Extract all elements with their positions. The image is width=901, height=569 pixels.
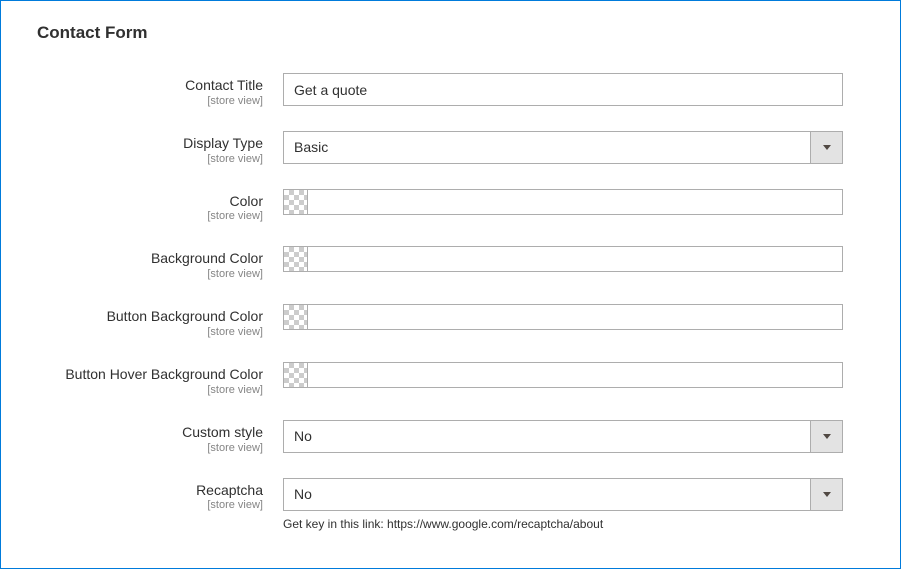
input-col: No	[283, 420, 843, 453]
button-hover-background-color-input[interactable]	[308, 363, 842, 387]
input-col	[283, 304, 843, 330]
field-label: Display Type	[31, 135, 263, 152]
color-swatch-icon[interactable]	[284, 247, 308, 271]
color-input[interactable]	[308, 190, 842, 214]
field-label: Custom style	[31, 424, 263, 441]
display-type-select[interactable]: Basic	[283, 131, 843, 164]
label-col: Background Color [store view]	[31, 246, 283, 280]
select-wrap: No	[283, 420, 843, 453]
input-col	[283, 362, 843, 388]
scope-label: [store view]	[31, 95, 263, 107]
select-wrap: No	[283, 478, 843, 511]
color-swatch-icon[interactable]	[284, 305, 308, 329]
scope-label: [store view]	[31, 268, 263, 280]
recaptcha-help-text: Get key in this link: https://www.google…	[283, 517, 843, 531]
color-swatch-icon[interactable]	[284, 190, 308, 214]
input-col: Basic	[283, 131, 843, 164]
contact-title-input[interactable]	[283, 73, 843, 106]
row-button-background-color: Button Background Color [store view]	[31, 304, 870, 338]
button-background-color-input[interactable]	[308, 305, 842, 329]
color-input-wrap	[283, 246, 843, 272]
row-display-type: Display Type [store view] Basic	[31, 131, 870, 165]
field-label: Color	[31, 193, 263, 210]
recaptcha-select[interactable]: No	[283, 478, 843, 511]
label-col: Recaptcha [store view]	[31, 478, 283, 512]
row-color: Color [store view]	[31, 189, 870, 223]
label-col: Custom style [store view]	[31, 420, 283, 454]
select-wrap: Basic	[283, 131, 843, 164]
color-input-wrap	[283, 304, 843, 330]
field-label: Button Background Color	[31, 308, 263, 325]
scope-label: [store view]	[31, 210, 263, 222]
field-label: Contact Title	[31, 77, 263, 94]
row-background-color: Background Color [store view]	[31, 246, 870, 280]
field-label: Button Hover Background Color	[31, 366, 263, 383]
row-custom-style: Custom style [store view] No	[31, 420, 870, 454]
input-col	[283, 246, 843, 272]
config-panel: Contact Form Contact Title [store view] …	[0, 0, 901, 569]
scope-label: [store view]	[31, 499, 263, 511]
label-col: Display Type [store view]	[31, 131, 283, 165]
label-col: Button Hover Background Color [store vie…	[31, 362, 283, 396]
row-contact-title: Contact Title [store view]	[31, 73, 870, 107]
label-col: Color [store view]	[31, 189, 283, 223]
color-input-wrap	[283, 189, 843, 215]
custom-style-select[interactable]: No	[283, 420, 843, 453]
field-label: Recaptcha	[31, 482, 263, 499]
label-col: Button Background Color [store view]	[31, 304, 283, 338]
row-recaptcha: Recaptcha [store view] No Get key in thi…	[31, 478, 870, 531]
scope-label: [store view]	[31, 384, 263, 396]
field-label: Background Color	[31, 250, 263, 267]
input-col: No Get key in this link: https://www.goo…	[283, 478, 843, 531]
scope-label: [store view]	[31, 442, 263, 454]
scope-label: [store view]	[31, 153, 263, 165]
scope-label: [store view]	[31, 326, 263, 338]
color-swatch-icon[interactable]	[284, 363, 308, 387]
input-col	[283, 189, 843, 215]
row-button-hover-background-color: Button Hover Background Color [store vie…	[31, 362, 870, 396]
color-input-wrap	[283, 362, 843, 388]
section-title: Contact Form	[31, 23, 870, 43]
background-color-input[interactable]	[308, 247, 842, 271]
label-col: Contact Title [store view]	[31, 73, 283, 107]
input-col	[283, 73, 843, 106]
